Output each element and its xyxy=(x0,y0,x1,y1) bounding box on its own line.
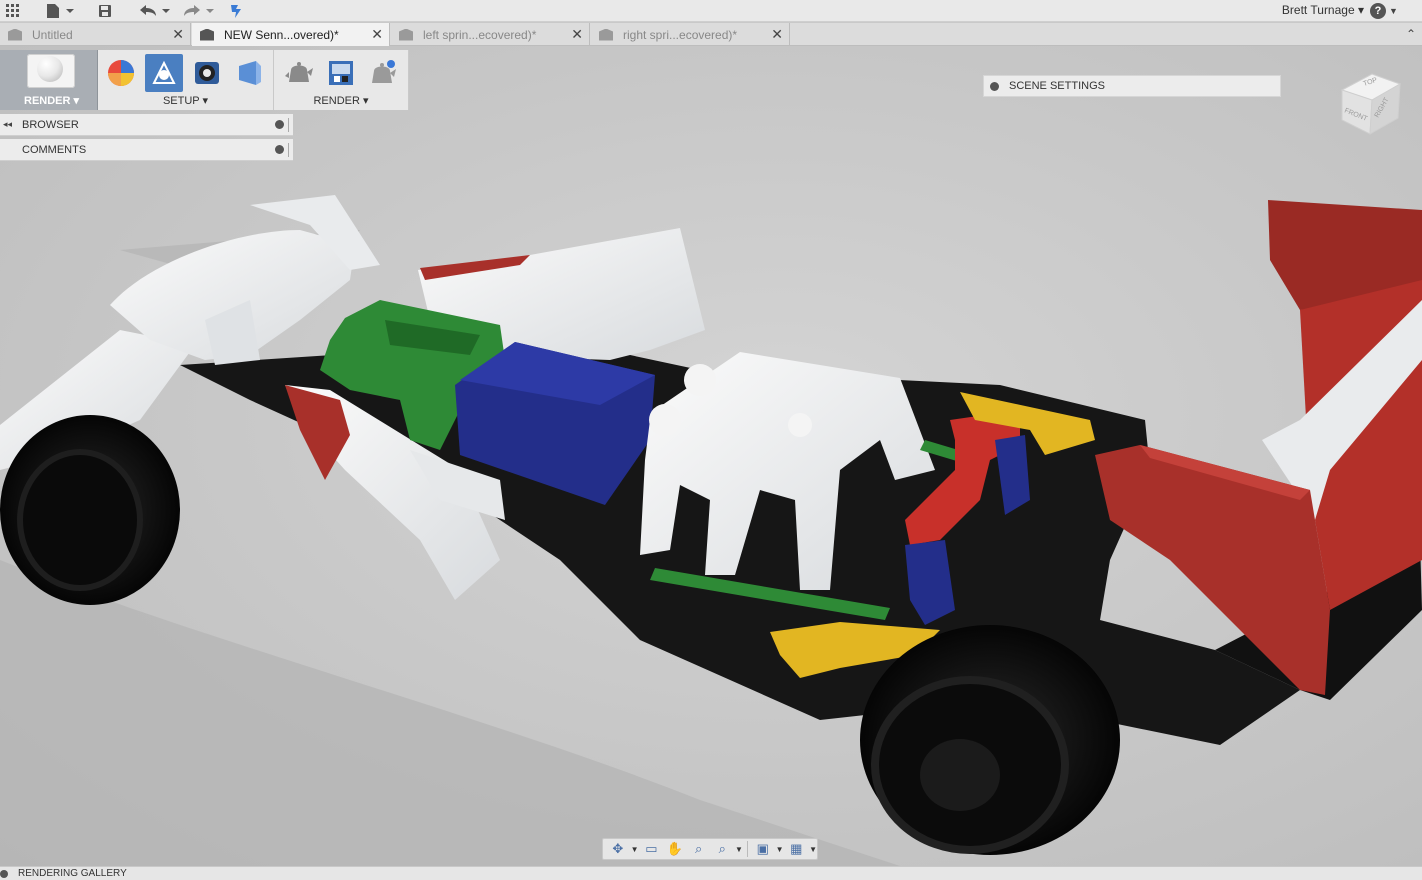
chevron-down-icon[interactable]: ▼ xyxy=(631,845,639,854)
user-name: Brett Turnage xyxy=(1281,3,1355,17)
tab-right-spring[interactable]: right spri...ecovered)* ✕ xyxy=(591,23,790,46)
teapot-icon xyxy=(285,62,313,82)
texture-map-button[interactable] xyxy=(230,54,268,92)
tab-label: left sprin...ecovered)* xyxy=(423,27,537,42)
setup-label[interactable]: SETUP ▾ xyxy=(98,94,273,107)
data-panel-icon[interactable] xyxy=(228,2,246,20)
chevron-down-icon: ▼ xyxy=(1389,6,1398,16)
panel-resize-handle[interactable] xyxy=(288,142,291,157)
expand-dot-icon[interactable] xyxy=(990,81,999,91)
pan-hand-icon[interactable]: ✋ xyxy=(664,840,686,858)
user-menu[interactable]: Brett Turnage ▾ xyxy=(1282,3,1364,17)
expand-dot-icon[interactable] xyxy=(275,120,284,129)
texture-map-icon xyxy=(239,61,261,85)
document-tab-bar: Untitled ✕ NEW Senn...overed)* ✕ left sp… xyxy=(0,23,1422,46)
render-workspace-icon xyxy=(27,54,75,88)
fit-zoom-icon[interactable]: ⌕ xyxy=(711,840,733,858)
grid-settings-icon[interactable]: ▦ xyxy=(786,840,808,858)
zoom-icon[interactable]: ⌕ xyxy=(688,840,710,858)
tab-new-senna[interactable]: NEW Senn...overed)* ✕ xyxy=(192,23,390,46)
tab-collapse-chevron-icon[interactable]: ⌃ xyxy=(1406,27,1416,41)
render-button[interactable] xyxy=(322,54,360,92)
document-icon xyxy=(8,28,22,41)
close-tab-icon[interactable]: ✕ xyxy=(172,26,184,43)
redo-icon[interactable] xyxy=(180,2,216,20)
document-icon xyxy=(399,28,413,41)
canvas-viewport[interactable] xyxy=(0,46,1422,866)
help-menu[interactable]: ? ▼ xyxy=(1370,1,1410,21)
render-group: RENDER ▾ xyxy=(274,50,409,110)
rendering-gallery-bar[interactable]: RENDERING GALLERY xyxy=(0,866,1422,880)
workspace-switcher[interactable]: RENDER ▾ xyxy=(0,50,98,110)
appearance-icon xyxy=(108,60,134,86)
in-canvas-render-button[interactable] xyxy=(280,54,318,92)
rendering-gallery-label: RENDERING GALLERY xyxy=(18,868,127,879)
view-cube[interactable]: TOP FRONT RIGHT xyxy=(1334,62,1410,142)
tab-label: NEW Senn...overed)* xyxy=(224,27,339,42)
comments-panel[interactable]: COMMENTS xyxy=(0,139,293,161)
render-gallery-button[interactable] xyxy=(364,54,402,92)
browser-panel[interactable]: ◂◂ BROWSER xyxy=(0,114,293,136)
close-tab-icon[interactable]: ✕ xyxy=(771,26,783,43)
close-tab-icon[interactable]: ✕ xyxy=(571,26,583,43)
app-grid-icon[interactable] xyxy=(4,2,22,20)
collapse-arrow-icon[interactable]: ◂◂ xyxy=(0,119,14,130)
decal-icon xyxy=(195,62,219,84)
help-icon: ? xyxy=(1370,3,1386,19)
close-tab-icon[interactable]: ✕ xyxy=(371,26,383,43)
scene-settings-label: SCENE SETTINGS xyxy=(1009,80,1105,92)
undo-icon[interactable] xyxy=(136,2,172,20)
render-label[interactable]: RENDER ▾ xyxy=(274,94,408,107)
ribbon-toolbar: RENDER ▾ SETUP ▾ RENDER ▾ xyxy=(0,50,409,110)
decal-button[interactable] xyxy=(188,54,226,92)
tab-left-spring[interactable]: left sprin...ecovered)* ✕ xyxy=(391,23,590,46)
comments-label: COMMENTS xyxy=(22,143,87,156)
navigation-bar: ✥ ▼ ▭ ✋ ⌕ ⌕ ▼ ▣ ▼ ▦ ▼ xyxy=(602,838,818,860)
document-icon xyxy=(200,28,214,41)
tab-label: right spri...ecovered)* xyxy=(623,27,738,42)
chevron-down-icon[interactable]: ▼ xyxy=(776,845,784,854)
workspace-label: RENDER ▾ xyxy=(24,95,80,107)
scene-settings-icon xyxy=(152,60,176,84)
look-at-icon[interactable]: ▭ xyxy=(641,840,663,858)
tab-untitled[interactable]: Untitled ✕ xyxy=(0,23,191,46)
browser-label: BROWSER xyxy=(22,118,79,131)
rendered-car-model xyxy=(0,195,1422,866)
expand-dot-icon[interactable] xyxy=(0,869,8,878)
scene-settings-panel[interactable]: SCENE SETTINGS xyxy=(983,75,1281,97)
display-settings-icon[interactable]: ▣ xyxy=(752,840,774,858)
app-bar: Brett Turnage ▾ ? ▼ xyxy=(0,0,1422,22)
appearance-button[interactable] xyxy=(102,54,140,92)
file-menu-icon[interactable] xyxy=(44,2,76,20)
chevron-down-icon[interactable]: ▼ xyxy=(809,845,817,854)
document-icon xyxy=(599,28,613,41)
teapot-gallery-icon xyxy=(372,60,396,83)
save-icon[interactable] xyxy=(96,2,114,20)
tab-label: Untitled xyxy=(32,27,73,42)
orbit-icon[interactable]: ✥ xyxy=(607,840,629,858)
chevron-down-icon[interactable]: ▼ xyxy=(735,845,743,854)
scene-settings-button[interactable] xyxy=(145,54,183,92)
setup-group: SETUP ▾ xyxy=(98,50,274,110)
expand-dot-icon[interactable] xyxy=(275,145,284,154)
panel-resize-handle[interactable] xyxy=(288,117,291,132)
render-image-icon xyxy=(329,61,353,85)
